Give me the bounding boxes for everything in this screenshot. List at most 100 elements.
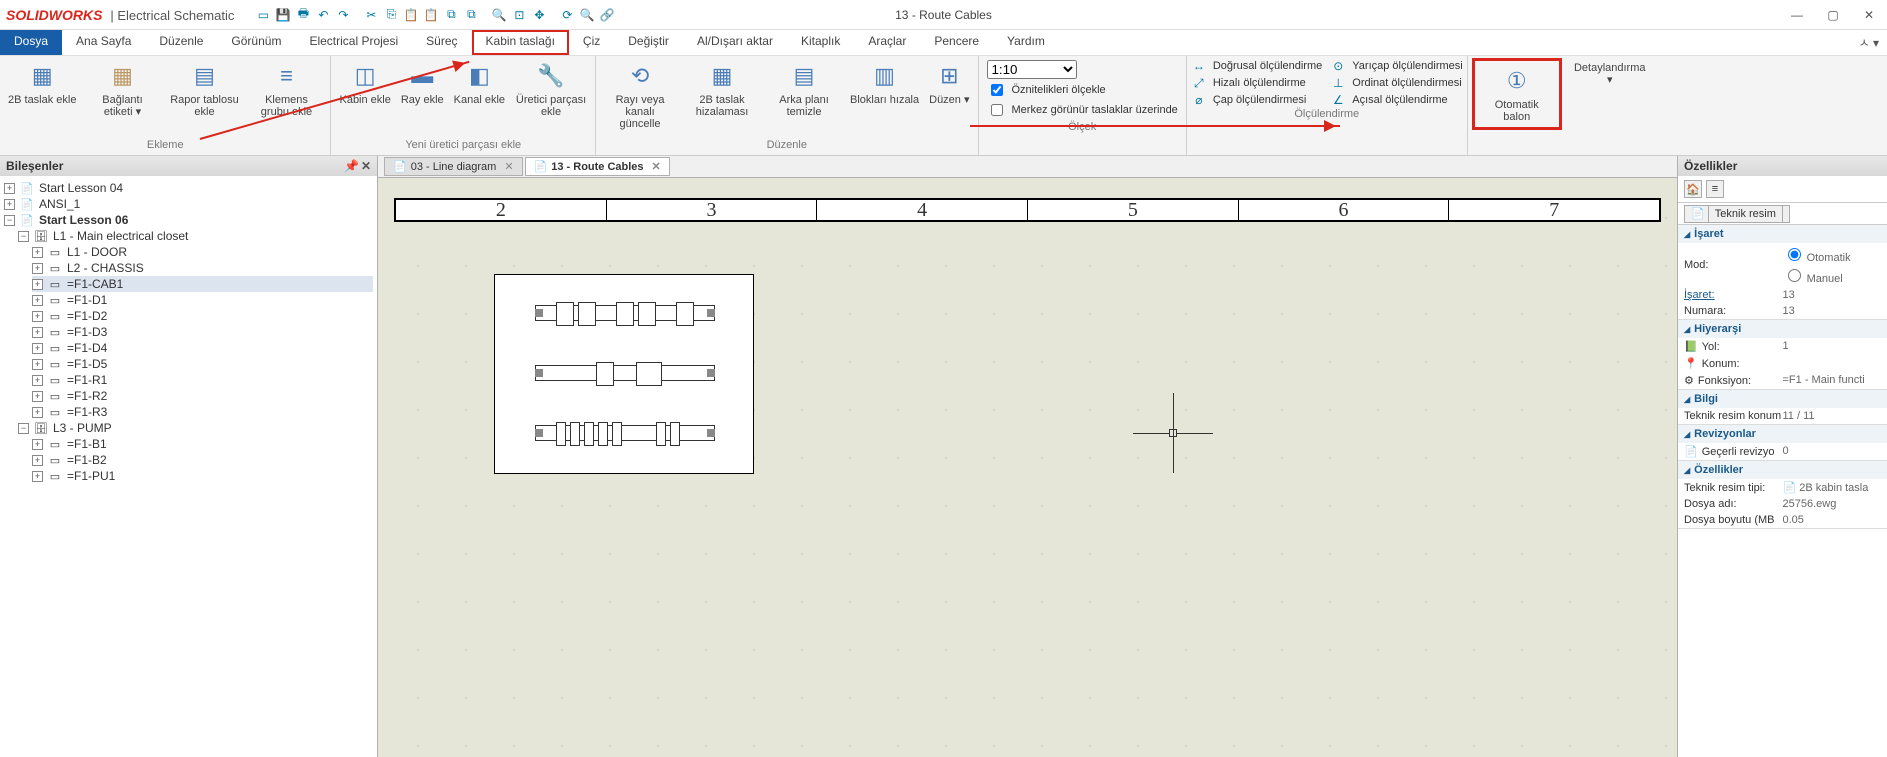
expand-icon[interactable]: + [32,311,43,322]
prop-label[interactable]: İşaret: [1684,289,1783,301]
document-tab[interactable]: 📄03 - Line diagram✕ [384,157,523,176]
tree-node[interactable]: +▭=F1-D3 [32,324,373,340]
qat-undo-icon[interactable]: ↶ [314,6,332,24]
component[interactable] [598,422,608,446]
btn-yaricap-olcu[interactable]: ⊙Yarıçap ölçülendirmesi [1330,58,1462,74]
component[interactable] [612,422,622,446]
din-rail[interactable] [535,425,715,441]
qat-refresh-icon[interactable]: ⟳ [558,6,576,24]
menu-item[interactable]: Çiz [569,30,614,55]
menu-item[interactable]: Görünüm [217,30,295,55]
ribbon-collapse-button[interactable]: ㅅ ▾ [1851,30,1887,55]
btn-baglanti-etiketi[interactable]: ▦Bağlantı etiketi ▾ [82,58,162,120]
tree-node[interactable]: +▭=F1-B2 [32,452,373,468]
close-tab-icon[interactable]: ✕ [504,160,513,173]
menu-item[interactable]: Araçlar [854,30,920,55]
section-header[interactable]: Bilgi [1678,390,1887,408]
btn-kabin-ekle[interactable]: ◫Kabin ekle [335,58,394,108]
prop-value[interactable]: Otomatik Manuel [1783,245,1882,285]
qat-link-icon[interactable]: 🔗 [598,6,616,24]
qat-save-icon[interactable]: 💾 [274,6,292,24]
minimize-button[interactable]: — [1785,8,1809,22]
expand-icon[interactable]: + [32,439,43,450]
btn-ray-guncelle[interactable]: ⟲Rayı veya kanalı güncelle [600,58,680,132]
btn-ordinat-olcu[interactable]: ⊥Ordinat ölçülendirmesi [1330,75,1462,91]
component[interactable] [556,302,574,326]
expand-icon[interactable]: + [32,391,43,402]
component[interactable] [676,302,694,326]
tree-node[interactable]: +📄Start Lesson 04 [4,180,373,196]
qat-print-icon[interactable]: 🖶 [294,6,312,24]
qat-search-icon[interactable]: 🔍 [578,6,596,24]
tree-node[interactable]: +▭=F1-D5 [32,356,373,372]
close-panel-icon[interactable]: ✕ [361,159,371,173]
tree-node[interactable]: −🗄L3 - PUMP [18,420,373,436]
close-button[interactable]: ✕ [1857,8,1881,22]
component[interactable] [656,422,666,446]
drawing-canvas[interactable]: 234567 [378,178,1677,757]
qat-zoom-icon[interactable]: 🔍 [490,6,508,24]
subtab-teknik-resim[interactable]: 📄 Teknik resim [1684,205,1790,223]
menu-item[interactable]: Electrical Projesi [295,30,412,55]
tree-node[interactable]: −🗄L1 - Main electrical closet [18,228,373,244]
component[interactable] [570,422,580,446]
component[interactable] [596,362,614,386]
menu-item[interactable]: Al/Dışarı aktar [683,30,787,55]
expand-icon[interactable]: + [32,263,43,274]
tree-node[interactable]: +▭=F1-R1 [32,372,373,388]
tree-node[interactable]: +▭L1 - DOOR [32,244,373,260]
btn-2b-taslak-ekle[interactable]: ▦2B taslak ekle [4,58,80,108]
din-rail[interactable] [535,365,715,381]
btn-arkaplan-temizle[interactable]: ▤Arka planı temizle [764,58,844,120]
expand-icon[interactable]: + [32,247,43,258]
qat-zoomwin-icon[interactable]: ⊡ [510,6,528,24]
btn-klemens-grubu[interactable]: ≡Klemens grubu ekle [246,58,326,120]
din-rail[interactable] [535,305,715,321]
menu-item[interactable]: Pencere [920,30,993,55]
maximize-button[interactable]: ▢ [1821,8,1845,22]
chk-merkez[interactable]: Merkez görünür taslaklar üzerinde [987,101,1178,119]
section-header[interactable]: Özellikler [1678,461,1887,479]
expand-icon[interactable]: + [32,455,43,466]
component[interactable] [636,362,662,386]
menu-file[interactable]: Dosya [0,30,62,55]
btn-bloklari-hizala[interactable]: ▥Blokları hızala [846,58,923,108]
expand-icon[interactable]: + [32,343,43,354]
list-icon[interactable]: ≡ [1706,180,1724,198]
section-header[interactable]: İşaret [1678,225,1887,243]
component[interactable] [556,422,566,446]
home-icon[interactable]: 🏠 [1684,180,1702,198]
expand-icon[interactable]: + [32,295,43,306]
component[interactable] [616,302,634,326]
expand-icon[interactable]: + [32,279,43,290]
close-tab-icon[interactable]: ✕ [652,160,661,173]
component-tree[interactable]: +📄Start Lesson 04+📄ANSI_1−📄Start Lesson … [0,176,377,757]
pin-icon[interactable]: 📌 [344,159,359,173]
qat-new-icon[interactable]: ▭ [254,6,272,24]
document-tab[interactable]: 📄13 - Route Cables✕ [525,157,670,176]
expand-icon[interactable]: + [32,359,43,370]
tree-node[interactable]: +▭=F1-R3 [32,404,373,420]
btn-2b-hizalama[interactable]: ▦2B taslak hizalaması [682,58,762,120]
menu-item[interactable]: Kabin taslağı [472,30,569,55]
btn-acisal-olcu[interactable]: ∠Açısal ölçülendirme [1330,92,1462,108]
qat-redo-icon[interactable]: ↷ [334,6,352,24]
btn-rapor-tablosu[interactable]: ▤Rapor tablosu ekle [164,58,244,120]
tree-node[interactable]: +▭=F1-PU1 [32,468,373,484]
qat-pan-icon[interactable]: ✥ [530,6,548,24]
component[interactable] [638,302,656,326]
expand-icon[interactable]: − [4,215,15,226]
expand-icon[interactable]: + [32,327,43,338]
menu-item[interactable]: Düzenle [145,30,217,55]
menu-item[interactable]: Ana Sayfa [62,30,145,55]
qat-cut-icon[interactable]: ✂ [362,6,380,24]
qat-copy-icon[interactable]: ⎘ [382,6,400,24]
btn-duzen[interactable]: ⊞Düzen ▾ [925,58,973,108]
component[interactable] [584,422,594,446]
section-header[interactable]: Revizyonlar [1678,425,1887,443]
btn-otomatik-balon[interactable]: ①Otomatik balon [1477,63,1557,125]
btn-ray-ekle[interactable]: ▬Ray ekle [397,58,448,108]
chk-oznitelik[interactable]: Öznitelikleri ölçekle [987,81,1106,99]
menu-item[interactable]: Değiştir [614,30,683,55]
component[interactable] [670,422,680,446]
